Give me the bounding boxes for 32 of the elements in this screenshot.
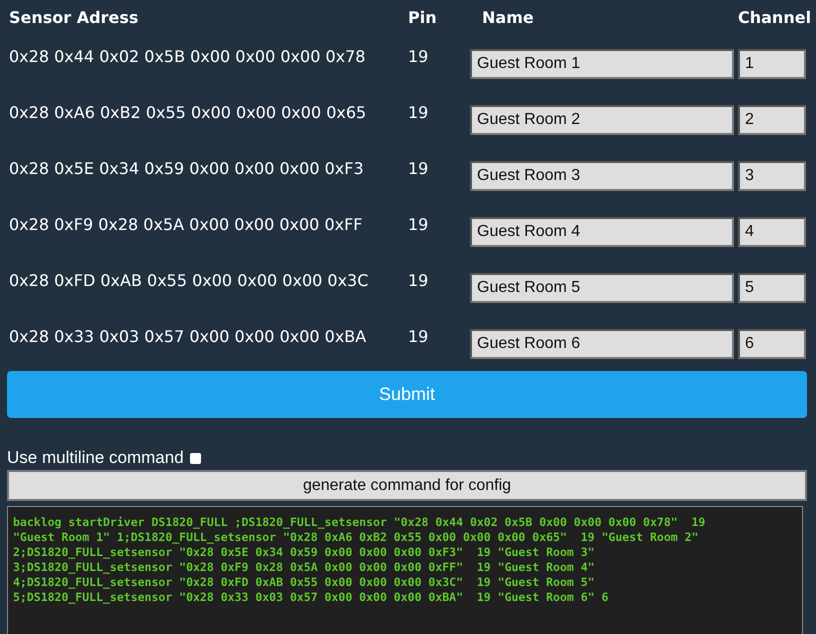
- channel-field[interactable]: 4: [738, 217, 806, 247]
- sensor-address: 0x28 0x44 0x02 0x5B 0x00 0x00 0x00 0x78: [9, 46, 366, 66]
- sensor-address: 0x28 0x5E 0x34 0x59 0x00 0x00 0x00 0xF3: [9, 158, 365, 178]
- name-field[interactable]: Guest Room 4: [470, 217, 734, 247]
- name-field[interactable]: Guest Room 6: [470, 329, 734, 359]
- generate-button[interactable]: generate command for config: [7, 470, 807, 501]
- sensor-address: 0x28 0xFD 0xAB 0x55 0x00 0x00 0x00 0x3C: [9, 270, 370, 290]
- channel-field[interactable]: 5: [738, 273, 806, 303]
- column-header: Name: [481, 7, 535, 27]
- checkbox-label: Use multiline command: [7, 448, 184, 468]
- name-field[interactable]: Guest Room 3: [470, 161, 734, 191]
- column-header: Pin: [408, 7, 438, 27]
- column-header: Channel: [738, 7, 812, 27]
- sensor-address: 0x28 0xF9 0x28 0x5A 0x00 0x00 0x00 0xFF: [9, 214, 364, 234]
- channel-field[interactable]: 6: [738, 329, 806, 359]
- name-field[interactable]: Guest Room 5: [470, 273, 734, 303]
- channel-field[interactable]: 1: [738, 49, 806, 79]
- pin-number: 19: [408, 270, 430, 290]
- pin-number: 19: [408, 46, 430, 66]
- pin-number: 19: [408, 102, 430, 122]
- name-field[interactable]: Guest Room 1: [470, 49, 734, 79]
- pin-number: 19: [408, 326, 430, 346]
- column-header: Sensor Adress: [9, 7, 140, 27]
- command-output[interactable]: backlog startDriver DS1820_FULL ;DS1820_FULL_setsensor "0x28 0x44 0x02 0x5B 0x00 0x00 0x00 0x78" 19 "Guest Room 1" 1;DS1820_FULL_setsensor "0x28 0xA6 0xB2 0x55 0x00 0x00 0x00 0x65" 19 "Guest Room 2" 2;DS1820_FULL_setsensor "0x28 0x5E 0x34 0x59 0x00 0x00 0x00 0xF3" 19 "Guest Room 3" 3;DS1820_FULL_setsensor "0x28 0xF9 0x28 0x5A 0x00 0x00 0x00 0xFF" 19 "Guest Room 4" 4;DS1820_FULL_setsensor "0x28 0xFD 0xAB 0x55 0x00 0x00 0x00 0x3C" 19 "Guest Room 5" 5;DS1820_FULL_setsensor "0x28 0x33 0x03 0x57 0x00 0x00 0x00 0xBA" 19 "Guest Room 6" 6: [7, 506, 803, 634]
- sensor-address: 0x28 0xA6 0xB2 0x55 0x00 0x00 0x00 0x65: [9, 102, 368, 122]
- pin-number: 19: [408, 158, 430, 178]
- sensor-address: 0x28 0x33 0x03 0x57 0x00 0x00 0x00 0xBA: [9, 326, 368, 346]
- channel-field[interactable]: 2: [738, 105, 806, 135]
- multiline-checkbox[interactable]: [190, 452, 201, 464]
- pin-number: 19: [408, 214, 430, 234]
- name-field[interactable]: Guest Room 2: [470, 105, 734, 135]
- channel-field[interactable]: 3: [738, 161, 806, 191]
